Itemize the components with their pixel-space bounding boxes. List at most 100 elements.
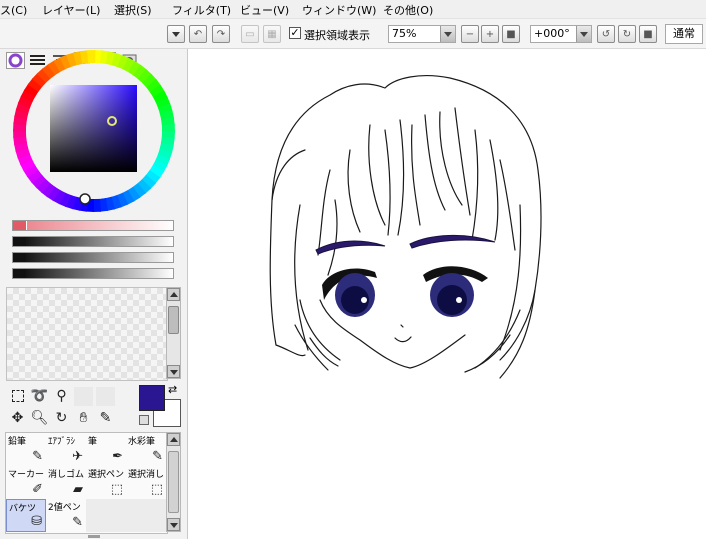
scroll-down-button[interactable]: [167, 365, 180, 378]
tool-label: 2値ペン: [48, 503, 81, 513]
redo-button[interactable]: ↷: [212, 25, 230, 43]
menu-window-list[interactable]: ウィンドウ(W): [302, 2, 376, 18]
arrow-down-icon: [170, 370, 178, 375]
move-tool[interactable]: ✥: [8, 409, 27, 428]
tool-scrollbar[interactable]: [166, 432, 181, 532]
scroll-thumb[interactable]: [168, 306, 179, 334]
brush-slider-1[interactable]: [12, 236, 174, 247]
tool-airbrush[interactable]: ｴｱﾌﾞﾗｼ ✈: [46, 433, 86, 466]
rotation-value: +000°: [534, 27, 570, 40]
tool-watercolor[interactable]: 水彩筆 ✎: [126, 433, 166, 466]
opacity-slider[interactable]: [12, 220, 174, 231]
select-pen-icon: ⬚: [110, 482, 123, 497]
menu-filter[interactable]: フィルタ(T): [172, 2, 231, 18]
eyedropper-icon: ✎: [99, 410, 112, 426]
magic-wand-tool[interactable]: ⚲: [52, 387, 71, 406]
rotate-left-icon: ↺: [601, 28, 611, 40]
tool-brush[interactable]: 筆 ✒: [86, 433, 126, 466]
brush-slider-3[interactable]: [12, 268, 174, 279]
rect-select-tool[interactable]: [8, 387, 27, 406]
eyedropper-tool[interactable]: ✎: [96, 409, 115, 428]
tool-marker[interactable]: マーカー ✐: [6, 466, 46, 499]
rotation-reset-button[interactable]: ■: [639, 25, 657, 43]
brush-slider-2[interactable]: [12, 252, 174, 263]
lasso-tool[interactable]: ➰: [30, 387, 49, 406]
menu-layer[interactable]: レイヤー(L): [42, 2, 100, 18]
swap-colors-icon[interactable]: ⇄: [168, 383, 177, 396]
rotate-right-icon: ↻: [622, 28, 632, 40]
zoom-in-button[interactable]: +: [481, 25, 499, 43]
watercolor-icon: ✎: [152, 449, 163, 464]
zoom-out-button[interactable]: −: [461, 25, 479, 43]
plus-icon: +: [485, 28, 495, 40]
color-wheel[interactable]: [11, 48, 177, 214]
move-icon: ✥: [11, 410, 24, 426]
zoom-dropdown-icon[interactable]: [440, 26, 455, 42]
tool-label: 選択消し: [128, 470, 165, 480]
menu-window[interactable]: ス(C): [0, 2, 27, 18]
arrow-down-icon: [170, 523, 178, 528]
scroll-up-button[interactable]: [167, 288, 180, 301]
hue-segment[interactable]: [86, 50, 96, 64]
show-selection-checkbox[interactable]: ✓: [289, 27, 301, 39]
toolbar: ↶ ↷ ▭ ▦ ✓ 選択領域表示 75% − + ■ +000° ↺ ↻ ■ 通…: [0, 19, 706, 49]
binary-pen-icon: ✎: [72, 515, 83, 530]
blend-mode-select[interactable]: 通常: [665, 24, 703, 44]
scroll-down-button[interactable]: [167, 518, 180, 531]
magnifier-icon: 🔍︎: [30, 410, 49, 426]
rotation-dropdown-icon[interactable]: [576, 26, 591, 42]
undo-button[interactable]: ↶: [189, 25, 207, 43]
tool-eraser[interactable]: 消しゴム ▰: [46, 466, 86, 499]
invert-selection-button[interactable]: ▦: [263, 25, 281, 43]
menu-select[interactable]: 選択(S): [114, 2, 152, 18]
tool-select-pen[interactable]: 選択ペン ⬚: [86, 466, 126, 499]
rotate-tool[interactable]: ↻: [52, 409, 71, 428]
arrow-up-icon: [170, 292, 178, 297]
empty-tool-slot: [74, 387, 93, 406]
tool-label: 筆: [88, 437, 98, 447]
brush-icon: ✒: [112, 449, 123, 464]
scroll-up-button[interactable]: [167, 433, 180, 446]
zoom-select[interactable]: 75%: [388, 25, 456, 43]
drawing-canvas[interactable]: [188, 49, 706, 539]
undo-icon: ↶: [193, 28, 203, 40]
pencil-icon: ✎: [32, 449, 43, 464]
blend-mode-value: 通常: [673, 27, 695, 40]
lasso-icon: ➰: [30, 388, 49, 404]
hand-icon: ✋︎: [79, 410, 88, 426]
rotate-right-button[interactable]: ↻: [618, 25, 636, 43]
tool-bucket[interactable]: バケツ ⛁: [6, 499, 46, 532]
deselect-button[interactable]: ▭: [241, 25, 259, 43]
zoom-value: 75%: [392, 27, 417, 40]
hue-picker-handle[interactable]: [79, 193, 91, 205]
tool-select-erase[interactable]: 選択消し ⬚: [126, 466, 166, 499]
chevron-down-icon: [172, 31, 180, 37]
transparent-color-icon[interactable]: [139, 415, 149, 425]
menu-other[interactable]: その他(O): [383, 2, 433, 18]
tool-binary-pen[interactable]: 2値ペン ✎: [46, 499, 86, 532]
invert-selection-icon: ▦: [267, 28, 277, 40]
panel-resize-grip[interactable]: [88, 535, 100, 538]
scroll-thumb[interactable]: [168, 451, 179, 513]
rotate-left-button[interactable]: ↺: [597, 25, 615, 43]
tool-pencil[interactable]: 鉛筆 ✎: [6, 433, 46, 466]
arrow-up-icon: [170, 437, 178, 442]
swatch-scrollbar[interactable]: [166, 287, 181, 379]
deselect-icon: ▭: [245, 28, 255, 40]
zoom-tool[interactable]: 🔍︎: [30, 409, 49, 428]
panel-toggle-button[interactable]: [167, 25, 185, 43]
rotation-select[interactable]: +000°: [530, 25, 592, 43]
zoom-reset-button[interactable]: ■: [502, 25, 520, 43]
minus-icon: −: [465, 28, 475, 40]
tool-label: 水彩筆: [128, 437, 156, 447]
primary-color-swatch[interactable]: [139, 385, 165, 411]
show-selection-label: 選択領域表示: [304, 29, 370, 42]
tool-label: 消しゴム: [48, 470, 85, 480]
swatch-area[interactable]: [6, 287, 168, 381]
select-erase-icon: ⬚: [150, 482, 163, 497]
hand-tool[interactable]: ✋︎: [74, 409, 93, 428]
menu-bar: ス(C) レイヤー(L) 選択(S) フィルタ(T) ビュー(V) ウィンドウ(…: [0, 0, 706, 19]
tool-label: バケツ: [9, 504, 37, 514]
menu-view[interactable]: ビュー(V): [240, 2, 289, 18]
redo-icon: ↷: [216, 28, 226, 40]
